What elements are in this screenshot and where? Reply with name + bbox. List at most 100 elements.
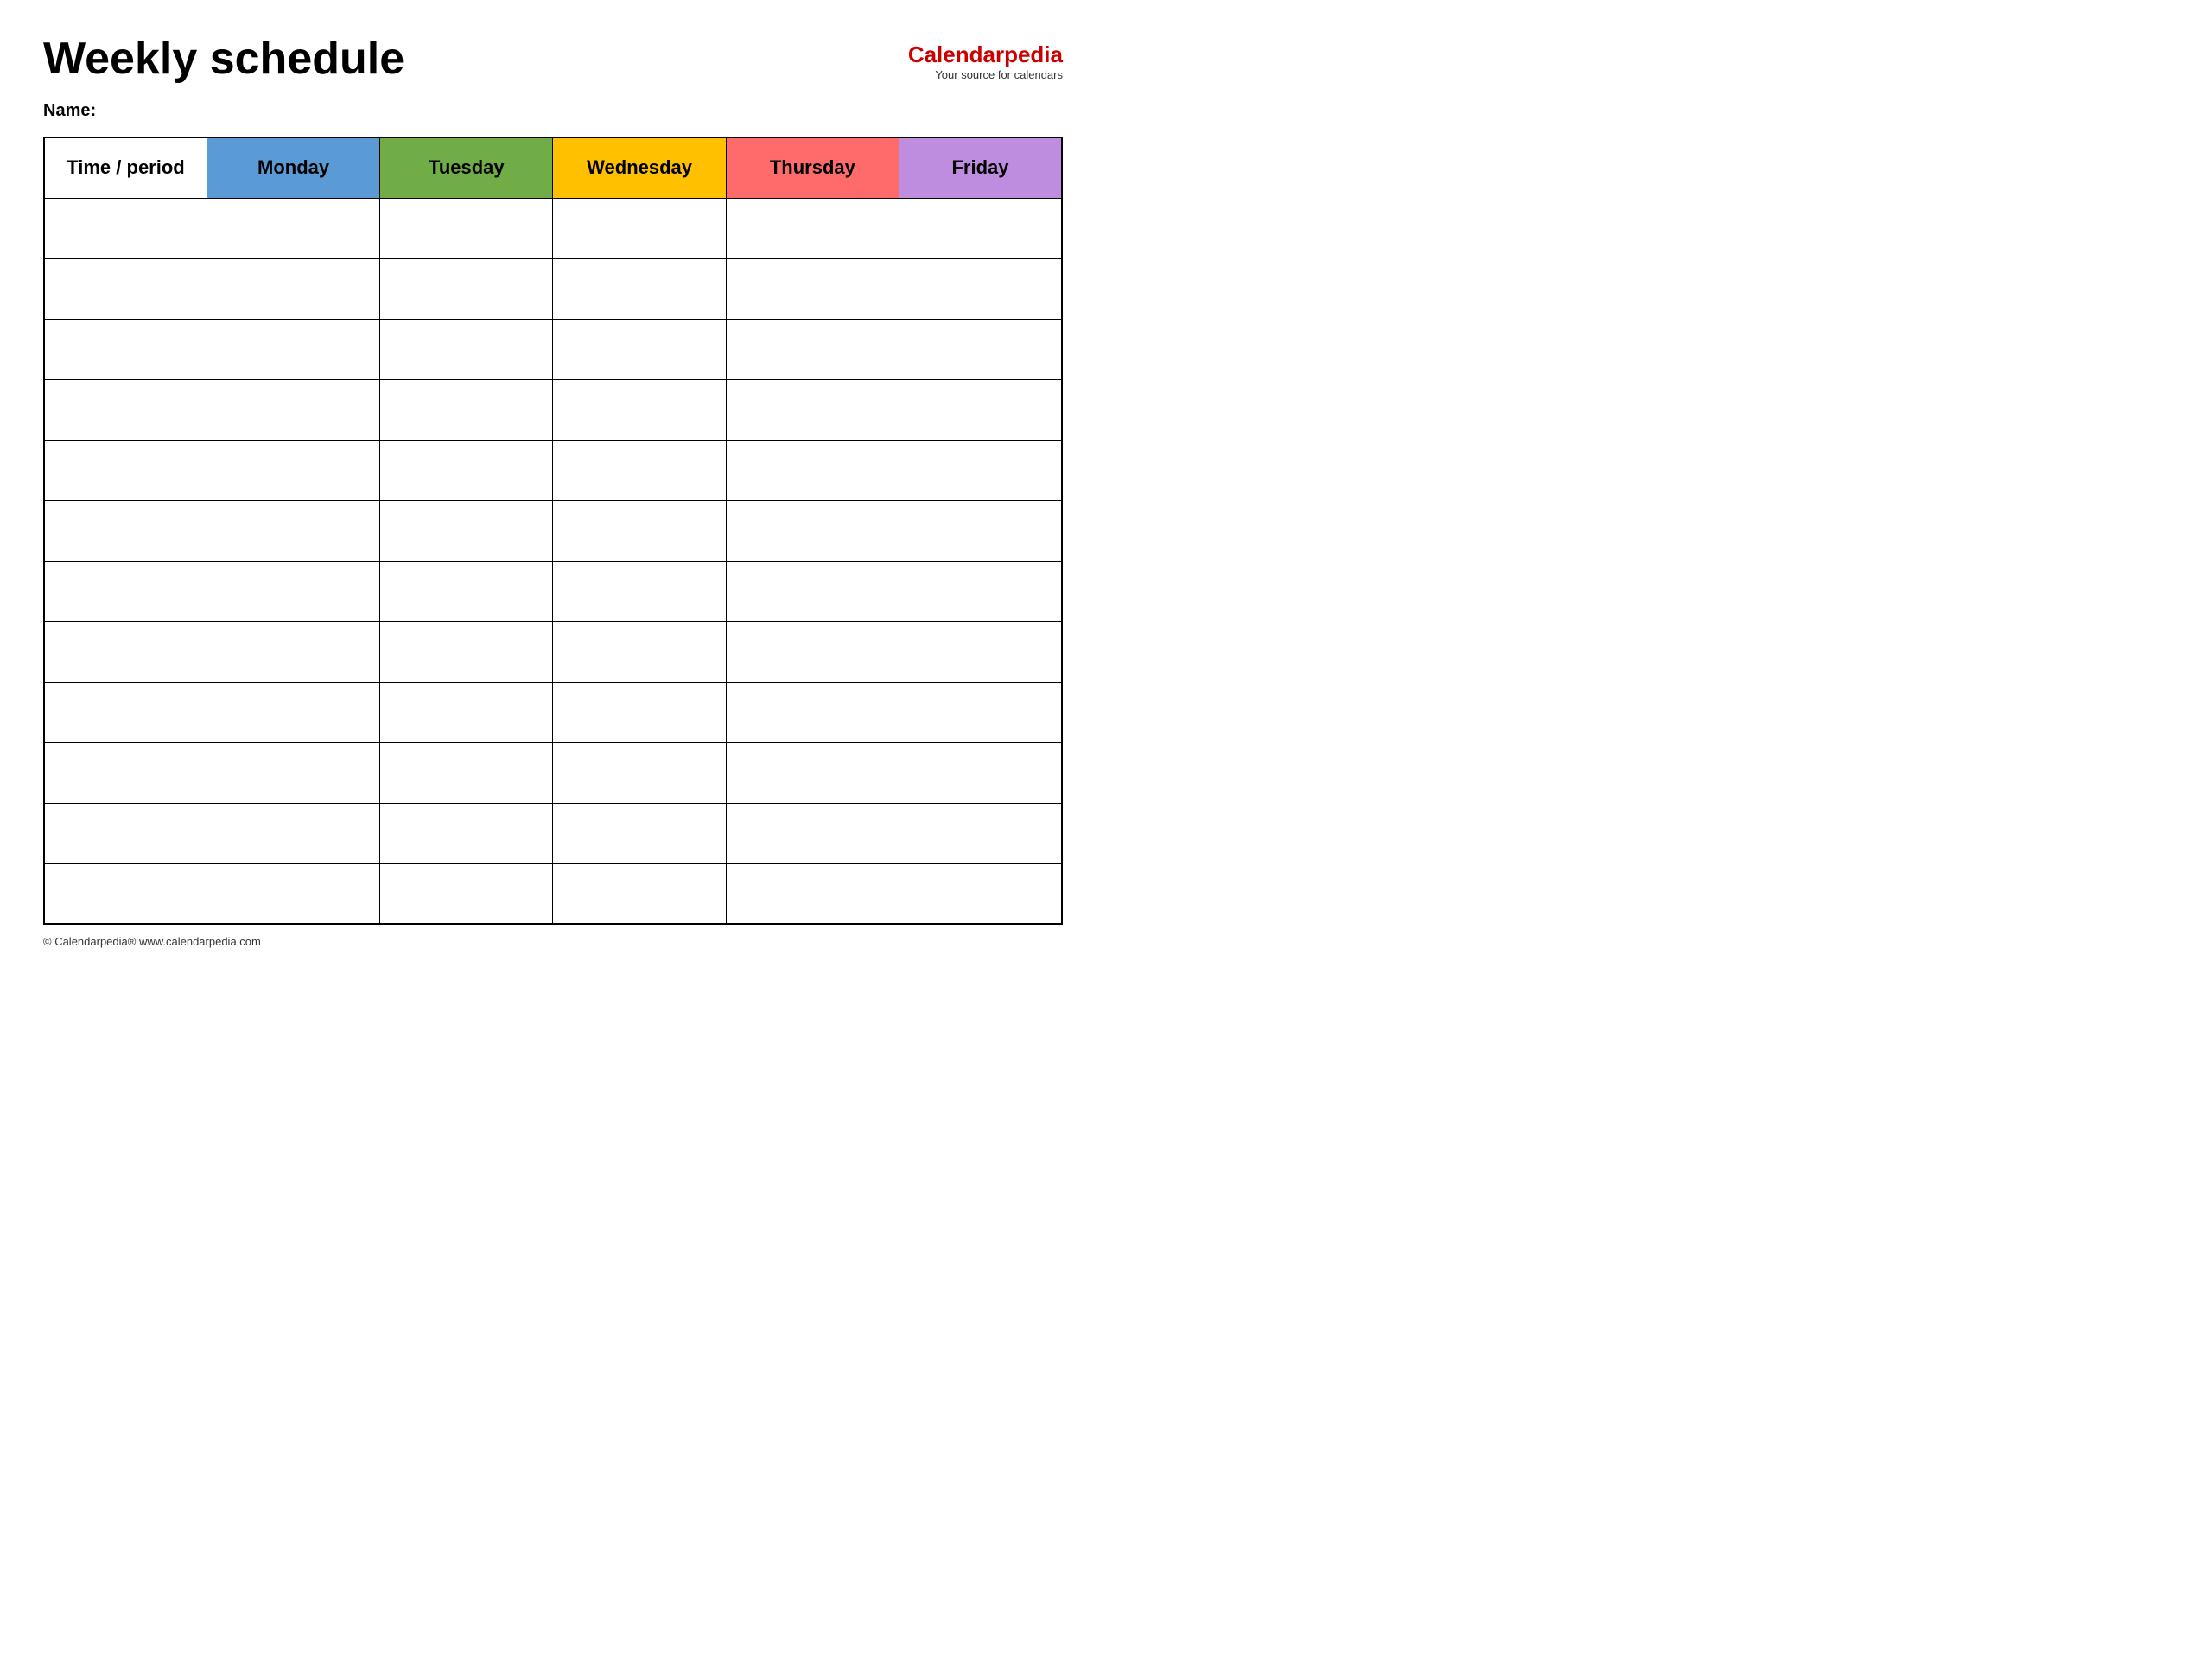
table-cell[interactable] [207, 379, 379, 440]
table-cell[interactable] [207, 198, 379, 258]
table-cell[interactable] [380, 561, 553, 621]
table-cell[interactable] [553, 258, 726, 319]
table-cell[interactable] [553, 863, 726, 924]
table-cell[interactable] [553, 198, 726, 258]
table-cell[interactable] [380, 198, 553, 258]
table-row [44, 258, 1062, 319]
table-cell[interactable] [726, 379, 899, 440]
col-header-time: Time / period [44, 137, 207, 198]
table-cell[interactable] [899, 500, 1062, 561]
table-cell[interactable] [44, 561, 207, 621]
table-cell[interactable] [899, 198, 1062, 258]
table-cell[interactable] [207, 561, 379, 621]
table-cell[interactable] [726, 440, 899, 500]
table-cell[interactable] [553, 440, 726, 500]
table-cell[interactable] [207, 742, 379, 803]
table-cell[interactable] [726, 621, 899, 682]
table-cell[interactable] [44, 621, 207, 682]
table-row [44, 379, 1062, 440]
table-cell[interactable] [553, 561, 726, 621]
table-row [44, 500, 1062, 561]
logo-subtitle: Your source for calendars [935, 68, 1063, 81]
table-cell[interactable] [899, 682, 1062, 742]
table-cell[interactable] [207, 682, 379, 742]
table-cell[interactable] [726, 742, 899, 803]
table-cell[interactable] [899, 319, 1062, 379]
table-cell[interactable] [899, 621, 1062, 682]
table-cell[interactable] [899, 863, 1062, 924]
table-header-row: Time / period Monday Tuesday Wednesday T… [44, 137, 1062, 198]
table-body [44, 198, 1062, 924]
page-title: Weekly schedule [43, 35, 404, 84]
table-cell[interactable] [553, 682, 726, 742]
table-cell[interactable] [726, 682, 899, 742]
table-cell[interactable] [44, 319, 207, 379]
table-cell[interactable] [44, 198, 207, 258]
table-row [44, 742, 1062, 803]
col-header-monday: Monday [207, 137, 379, 198]
table-row [44, 561, 1062, 621]
table-cell[interactable] [726, 863, 899, 924]
table-cell[interactable] [44, 258, 207, 319]
table-cell[interactable] [899, 440, 1062, 500]
table-cell[interactable] [380, 319, 553, 379]
table-cell[interactable] [44, 803, 207, 863]
table-cell[interactable] [380, 621, 553, 682]
table-cell[interactable] [44, 500, 207, 561]
table-cell[interactable] [899, 258, 1062, 319]
logo-container: Calendarpedia Your source for calendars [908, 41, 1063, 81]
table-row [44, 319, 1062, 379]
table-cell[interactable] [553, 742, 726, 803]
schedule-table: Time / period Monday Tuesday Wednesday T… [43, 137, 1063, 925]
table-cell[interactable] [726, 258, 899, 319]
table-cell[interactable] [207, 440, 379, 500]
table-cell[interactable] [553, 500, 726, 561]
table-row [44, 863, 1062, 924]
table-cell[interactable] [726, 198, 899, 258]
col-header-wednesday: Wednesday [553, 137, 726, 198]
table-cell[interactable] [553, 621, 726, 682]
table-cell[interactable] [44, 682, 207, 742]
table-cell[interactable] [207, 621, 379, 682]
table-cell[interactable] [44, 863, 207, 924]
table-cell[interactable] [899, 561, 1062, 621]
table-cell[interactable] [380, 440, 553, 500]
table-cell[interactable] [380, 682, 553, 742]
table-row [44, 198, 1062, 258]
table-cell[interactable] [726, 500, 899, 561]
col-header-thursday: Thursday [726, 137, 899, 198]
table-row [44, 440, 1062, 500]
table-cell[interactable] [380, 803, 553, 863]
table-cell[interactable] [44, 440, 207, 500]
table-cell[interactable] [899, 803, 1062, 863]
table-cell[interactable] [207, 500, 379, 561]
logo-text: Calendarpedia [908, 41, 1063, 68]
logo-pedia: pedia [1004, 41, 1063, 67]
table-cell[interactable] [380, 379, 553, 440]
table-cell[interactable] [44, 379, 207, 440]
table-row [44, 682, 1062, 742]
table-cell[interactable] [726, 803, 899, 863]
table-cell[interactable] [380, 258, 553, 319]
table-row [44, 621, 1062, 682]
table-cell[interactable] [207, 863, 379, 924]
table-cell[interactable] [726, 561, 899, 621]
col-header-friday: Friday [899, 137, 1062, 198]
table-cell[interactable] [380, 742, 553, 803]
table-cell[interactable] [553, 319, 726, 379]
table-cell[interactable] [899, 742, 1062, 803]
table-cell[interactable] [726, 319, 899, 379]
table-cell[interactable] [44, 742, 207, 803]
page-header: Weekly schedule Calendarpedia Your sourc… [43, 35, 1063, 84]
table-cell[interactable] [380, 500, 553, 561]
table-cell[interactable] [207, 803, 379, 863]
table-cell[interactable] [207, 258, 379, 319]
logo-calendar: Calendar [908, 41, 1004, 67]
table-cell[interactable] [207, 319, 379, 379]
footer: © Calendarpedia® www.calendarpedia.com [43, 935, 1063, 948]
table-row [44, 803, 1062, 863]
table-cell[interactable] [380, 863, 553, 924]
table-cell[interactable] [553, 803, 726, 863]
table-cell[interactable] [553, 379, 726, 440]
table-cell[interactable] [899, 379, 1062, 440]
